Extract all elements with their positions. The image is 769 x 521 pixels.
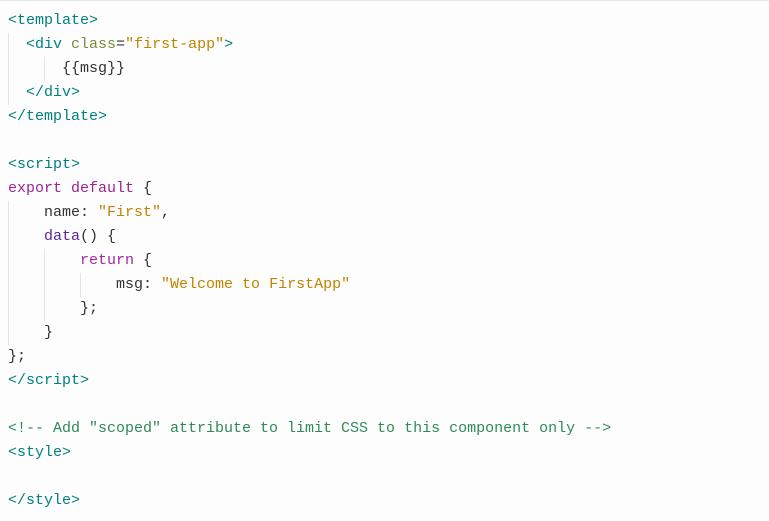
code-line[interactable]: msg: "Welcome to FirstApp" <box>8 273 769 297</box>
code-text: <!-- Add "scoped" attribute to limit CSS… <box>8 417 611 441</box>
code-text: } <box>8 321 53 345</box>
code-line[interactable]: }; <box>8 297 769 321</box>
indent-guide <box>8 81 9 105</box>
indent-guide <box>8 297 9 321</box>
code-line[interactable]: </script> <box>8 369 769 393</box>
indent-guide <box>44 297 45 321</box>
code-line[interactable]: } <box>8 321 769 345</box>
indent-guide <box>8 57 9 81</box>
code-text: }; <box>8 297 98 321</box>
code-line[interactable]: </template> <box>8 105 769 129</box>
code-line[interactable] <box>8 393 769 417</box>
code-text: data() { <box>8 225 116 249</box>
code-line[interactable] <box>8 129 769 153</box>
code-text: <div class="first-app"> <box>8 33 233 57</box>
indent-guide <box>8 273 9 297</box>
code-editor[interactable]: <template> <div class="first-app"> {{msg… <box>0 0 769 521</box>
code-line[interactable]: <style> <box>8 441 769 465</box>
code-line[interactable]: <template> <box>8 9 769 33</box>
indent-guide <box>8 225 9 249</box>
code-text: </script> <box>8 369 89 393</box>
code-text: <template> <box>8 9 98 33</box>
indent-guide <box>8 201 9 225</box>
code-text: name: "First", <box>8 201 170 225</box>
code-line[interactable]: data() { <box>8 225 769 249</box>
indent-guide <box>80 273 81 297</box>
indent-guide <box>44 249 45 273</box>
code-text: <script> <box>8 153 80 177</box>
code-text: </style> <box>8 489 80 513</box>
code-text: </template> <box>8 105 107 129</box>
code-line[interactable]: <!-- Add "scoped" attribute to limit CSS… <box>8 417 769 441</box>
indent-guide <box>8 33 9 57</box>
indent-guide <box>44 57 45 81</box>
code-line[interactable]: name: "First", <box>8 201 769 225</box>
code-text: {{msg}} <box>8 57 125 81</box>
code-text: msg: "Welcome to FirstApp" <box>8 273 350 297</box>
code-text: </div> <box>8 81 80 105</box>
code-line[interactable]: {{msg}} <box>8 57 769 81</box>
code-line[interactable] <box>8 465 769 489</box>
code-line[interactable]: return { <box>8 249 769 273</box>
code-line[interactable]: </style> <box>8 489 769 513</box>
code-text: return { <box>8 249 152 273</box>
code-text: <style> <box>8 441 71 465</box>
indent-guide <box>8 321 9 345</box>
code-text: }; <box>8 345 26 369</box>
code-line[interactable]: <div class="first-app"> <box>8 33 769 57</box>
code-text: export default { <box>8 177 152 201</box>
indent-guide <box>8 249 9 273</box>
indent-guide <box>44 273 45 297</box>
code-line[interactable]: <script> <box>8 153 769 177</box>
code-line[interactable]: }; <box>8 345 769 369</box>
code-line[interactable]: export default { <box>8 177 769 201</box>
code-line[interactable]: </div> <box>8 81 769 105</box>
